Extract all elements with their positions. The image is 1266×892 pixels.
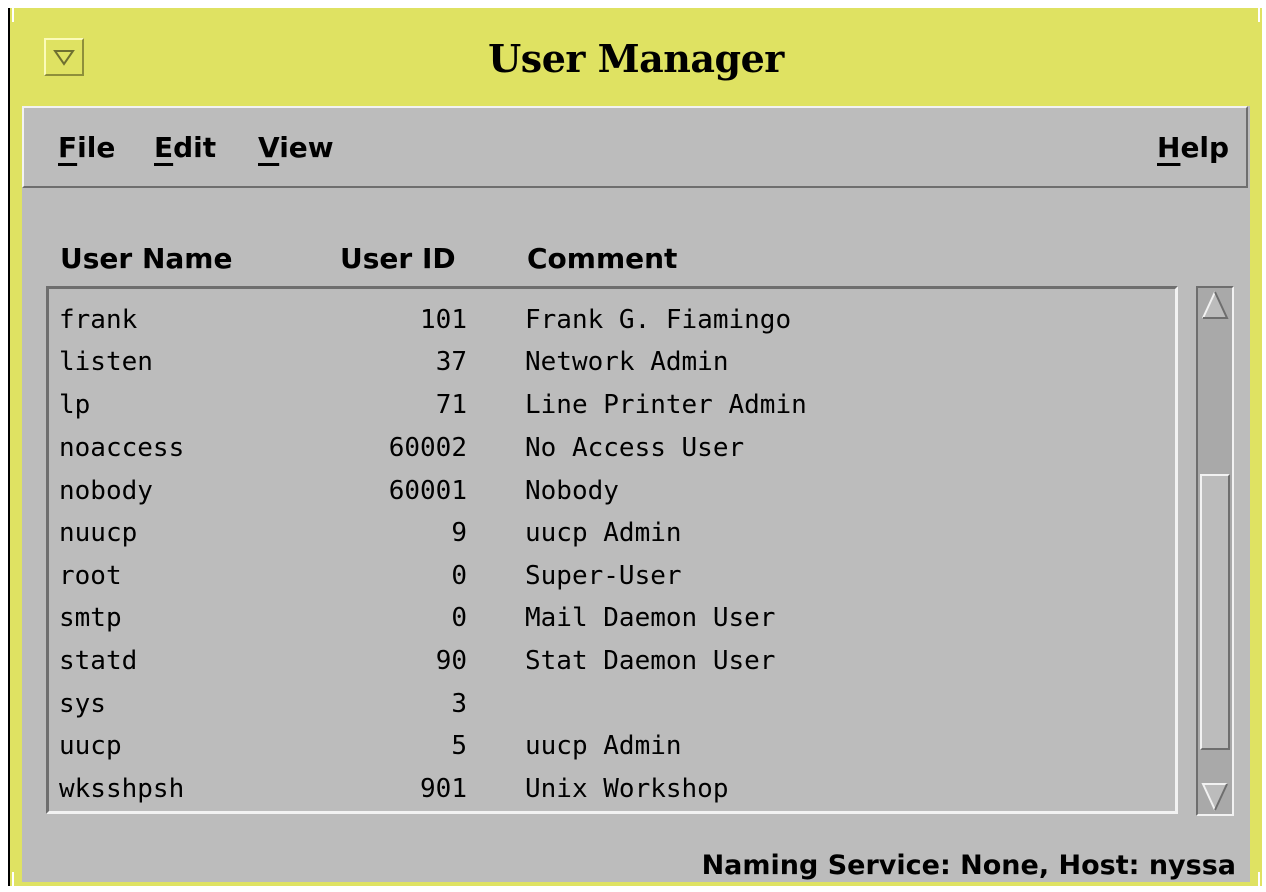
scroll-down-button[interactable]	[1200, 782, 1230, 812]
user-row-frank[interactable]: frank 101 Frank G. Fiamingo	[57, 299, 1167, 341]
user-name: nobody	[59, 476, 153, 506]
menu-edit[interactable]: Edit	[154, 132, 216, 164]
menu-view-label: iew	[279, 131, 334, 164]
user-comment: Nobody	[525, 476, 619, 506]
user-name: smtp	[59, 603, 122, 633]
user-row-root[interactable]: root 0 Super-User	[57, 555, 1167, 597]
user-id: 0	[451, 603, 467, 633]
menu-help[interactable]: Help	[1157, 132, 1229, 164]
vertical-scrollbar[interactable]	[1196, 286, 1234, 816]
user-row-statd[interactable]: statd 90 Stat Daemon User	[57, 640, 1167, 682]
menu-edit-mnemonic: E	[154, 131, 174, 164]
menu-edit-label: dit	[173, 131, 217, 164]
user-row-noaccess[interactable]: noaccess 60002 No Access User	[57, 427, 1167, 469]
menu-file-label: ile	[77, 131, 116, 164]
status-naming-service: Naming Service: None, Host: nyssa	[701, 850, 1236, 881]
user-row-sys[interactable]: sys 3	[57, 683, 1167, 725]
menu-file[interactable]: File	[58, 132, 115, 164]
user-manager-window: User Manager File Edit View Help User Na…	[8, 6, 1262, 888]
user-name: root	[59, 561, 122, 591]
user-row-nuucp[interactable]: nuucp 9 uucp Admin	[57, 512, 1167, 554]
user-row-lp[interactable]: lp 71 Line Printer Admin	[57, 384, 1167, 426]
menu-view-mnemonic: V	[258, 131, 280, 164]
user-row-nobody[interactable]: nobody 60001 Nobody	[57, 470, 1167, 512]
column-header-user-name: User Name	[60, 242, 233, 275]
user-id: 37	[435, 347, 467, 377]
user-row-listen[interactable]: listen 37 Network Admin	[57, 341, 1167, 383]
user-comment: No Access User	[525, 433, 745, 463]
user-comment: Line Printer Admin	[525, 390, 807, 420]
user-id: 60002	[388, 433, 467, 463]
column-header-user-id: User ID	[340, 242, 456, 275]
user-name: sys	[59, 689, 106, 719]
menu-help-label: elp	[1180, 131, 1230, 164]
window-title: User Manager	[488, 36, 784, 81]
user-id: 0	[451, 561, 467, 591]
user-name: listen	[59, 347, 153, 377]
user-id: 60001	[388, 476, 467, 506]
arrow-up-icon	[1202, 291, 1229, 319]
user-comment: Mail Daemon User	[525, 603, 776, 633]
user-name: lp	[59, 390, 91, 420]
user-row-uucp[interactable]: uucp 5 uucp Admin	[57, 725, 1167, 767]
user-id: 901	[420, 774, 467, 804]
user-id: 5	[451, 731, 467, 761]
user-comment: uucp Admin	[525, 518, 682, 548]
user-comment: Stat Daemon User	[525, 646, 776, 676]
scrollbar-thumb[interactable]	[1200, 474, 1230, 750]
scroll-up-button[interactable]	[1200, 290, 1230, 320]
user-comment: uucp Admin	[525, 731, 682, 761]
user-comment: Network Admin	[525, 347, 729, 377]
resize-corner-top-right[interactable]	[1244, 6, 1260, 22]
user-name: uucp	[59, 731, 122, 761]
user-id: 101	[420, 305, 467, 335]
user-id: 71	[435, 390, 467, 420]
user-id: 9	[451, 518, 467, 548]
user-name: frank	[59, 305, 138, 335]
user-name: statd	[59, 646, 138, 676]
window-client-area: File Edit View Help User Name User ID Co…	[22, 106, 1250, 882]
user-comment: Frank G. Fiamingo	[525, 305, 792, 335]
user-comment: Unix Workshop	[525, 774, 729, 804]
menu-view[interactable]: View	[258, 132, 334, 164]
user-name: noaccess	[59, 433, 185, 463]
user-comment: Super-User	[525, 561, 682, 591]
user-row-smtp[interactable]: smtp 0 Mail Daemon User	[57, 597, 1167, 639]
user-name: wksshpsh	[59, 774, 185, 804]
menu-file-mnemonic: F	[58, 131, 78, 164]
user-id: 3	[451, 689, 467, 719]
user-name: nuucp	[59, 518, 138, 548]
menu-help-mnemonic: H	[1157, 131, 1181, 164]
user-row-wksshpsh[interactable]: wksshpsh 901 Unix Workshop	[57, 768, 1167, 810]
user-id: 90	[435, 646, 467, 676]
menu-bar: File Edit View Help	[22, 106, 1248, 188]
resize-corner-top-left[interactable]	[12, 6, 28, 22]
column-header-comment: Comment	[527, 242, 678, 275]
arrow-down-icon	[1201, 783, 1228, 811]
user-list[interactable]: frank 101 Frank G. Fiamingo listen 37 Ne…	[46, 286, 1178, 814]
